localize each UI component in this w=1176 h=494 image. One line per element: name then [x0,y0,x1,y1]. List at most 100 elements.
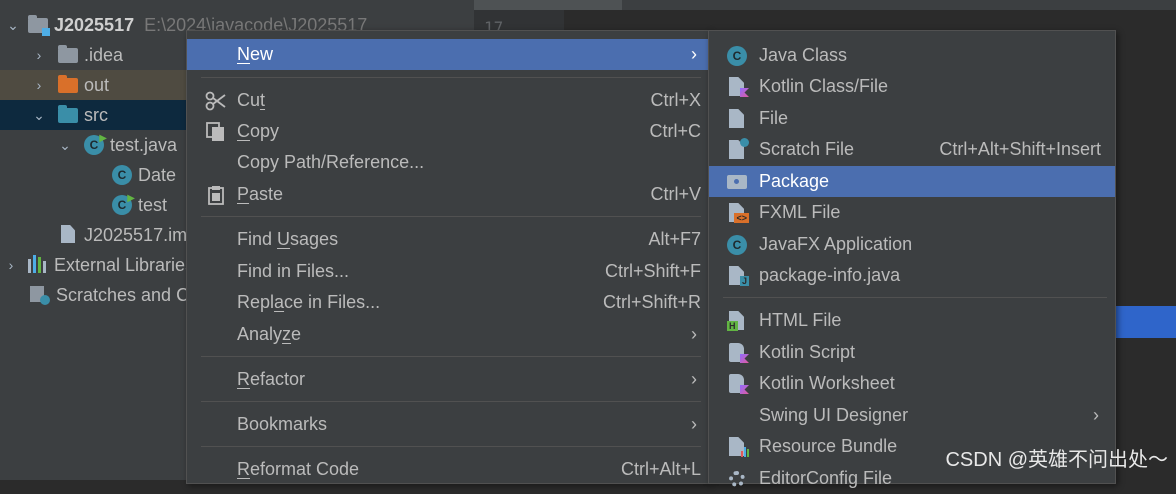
menu-item-label: New [237,44,274,64]
submenu-item-java-class[interactable]: C Java Class [709,40,1115,71]
menu-item-bookmarks[interactable]: Bookmarks › [187,409,709,440]
menu-item-label: Bookmarks [237,414,328,434]
tree-item-label: J2025517.iml [84,224,192,245]
chevron-right-icon: › [691,414,697,434]
menu-item-cut[interactable]: Cut Ctrl+X [187,85,709,116]
menu-item-label: Cut [237,90,266,110]
chevron-right-icon: › [691,324,697,344]
chevron-right-icon[interactable]: › [32,77,46,93]
submenu-item-swing-ui-designer[interactable]: Swing UI Designer › [709,400,1115,431]
menu-item-copy[interactable]: Copy Ctrl+C [187,116,709,147]
menu-separator [201,401,701,402]
fxml-file-icon: <> [727,203,749,223]
library-icon [28,255,48,275]
submenu-item-kotlin-script[interactable]: Kotlin Script [709,337,1115,368]
submenu-item-kotlin-worksheet[interactable]: Kotlin Worksheet [709,368,1115,399]
menu-item-label: Copy [237,121,280,141]
submenu-item-javafx-application[interactable]: C JavaFX Application [709,229,1115,260]
menu-item-shortcut: Ctrl+Alt+L [620,459,701,479]
menu-item-shortcut: Alt+F7 [648,229,701,249]
menu-item-label: Swing UI Designer [759,405,909,425]
menu-separator [201,77,701,78]
menu-item-label: Reformat Code [237,459,360,479]
menu-item-label: Kotlin Worksheet [759,373,895,393]
chevron-right-icon[interactable]: › [32,47,46,63]
source-folder-icon [58,105,78,125]
package-folder-icon [727,172,749,192]
menu-separator [201,446,701,447]
package-info-icon: J [727,266,749,286]
kotlin-file-icon [727,77,749,97]
menu-item-find-usages[interactable]: Find Usages Alt+F7 [187,224,709,255]
tree-item-label: test.java [110,134,178,155]
menu-item-label: Analyze [237,324,302,344]
menu-item-shortcut: Ctrl+Shift+R [602,292,701,312]
scratches-icon [30,285,50,305]
menu-item-label: Resource Bundle [759,436,898,456]
submenu-item-kotlin-class[interactable]: Kotlin Class/File [709,71,1115,102]
menu-item-label: Kotlin Class/File [759,76,889,96]
file-icon [727,109,749,129]
menu-item-label: EditorConfig File [759,468,893,488]
watermark: CSDN @英雄不问出处～ [945,449,1168,471]
menu-item-label: Find in Files... [237,261,350,281]
menu-item-shortcut: Ctrl+X [650,90,701,110]
menu-item-refactor[interactable]: Refactor › [187,364,709,395]
tree-root-name: J2025517 [54,14,135,35]
menu-item-label: Kotlin Script [759,342,856,362]
menu-item-find-in-files[interactable]: Find in Files... Ctrl+Shift+F [187,256,709,287]
kotlin-script-icon [727,343,749,363]
submenu-item-fxml-file[interactable]: <> FXML File [709,197,1115,228]
folder-icon [58,45,78,65]
menu-item-label: Scratch File [759,139,855,159]
submenu-item-package-info[interactable]: J package-info.java [709,260,1115,291]
menu-item-label: Package [759,171,830,191]
javafx-icon: C [727,235,749,255]
copy-icon [205,122,227,142]
submenu-item-file[interactable]: File [709,103,1115,134]
java-class-runnable-icon: C ▶ [112,193,135,215]
menu-separator [723,297,1107,298]
menu-item-label: Find Usages [237,229,339,249]
chevron-right-icon[interactable]: › [4,257,18,273]
chevron-down-icon[interactable]: ⌄ [6,17,20,34]
menu-item-label: Replace in Files... [237,292,381,312]
menu-separator [201,356,701,357]
tree-item-label: .idea [84,44,124,65]
chevron-right-icon: › [691,369,697,389]
tree-item-label: src [84,104,108,125]
editor-tab[interactable] [474,0,622,10]
kotlin-worksheet-icon [727,374,749,394]
menu-item-copy-path[interactable]: Copy Path/Reference... [187,147,709,178]
menu-item-new[interactable]: New › [187,39,709,70]
scissors-icon [205,91,227,111]
chevron-down-icon[interactable]: ⌄ [58,137,72,154]
menu-item-shortcut: Ctrl+C [649,121,701,141]
menu-item-shortcut: Ctrl+Shift+F [604,261,701,281]
menu-item-label: HTML File [759,310,842,330]
menu-item-label: Java Class [759,45,848,65]
chevron-down-icon[interactable]: ⌄ [32,107,46,124]
submenu-item-scratch-file[interactable]: Scratch File Ctrl+Alt+Shift+Insert [709,134,1115,165]
menu-item-label: Refactor [237,369,306,389]
menu-item-replace-in-files[interactable]: Replace in Files... Ctrl+Shift+R [187,287,709,318]
excluded-folder-icon [58,75,78,95]
resource-bundle-icon [727,437,749,457]
menu-item-paste[interactable]: Paste Ctrl+V [187,179,709,210]
chevron-right-icon: › [1093,405,1099,425]
tree-item-label: Date [138,164,177,185]
menu-separator [201,216,701,217]
menu-item-label: FXML File [759,202,841,222]
submenu-item-html-file[interactable]: H HTML File [709,305,1115,336]
menu-item-analyze[interactable]: Analyze › [187,319,709,350]
tree-item-label: External Libraries [54,254,195,275]
menu-item-reformat-code[interactable]: Reformat Code Ctrl+Alt+L [187,454,709,485]
submenu-item-package[interactable]: Package [709,166,1115,197]
java-class-icon: C [727,46,749,66]
tree-item-label: out [84,74,110,95]
menu-item-shortcut: Ctrl+Alt+Shift+Insert [939,139,1101,159]
context-menu: New › Cut Ctrl+X Copy Ctrl+C Copy Path/R… [186,30,710,484]
tree-item-label: test [138,194,168,215]
chevron-right-icon: › [691,44,697,64]
menu-item-label: File [759,108,789,128]
